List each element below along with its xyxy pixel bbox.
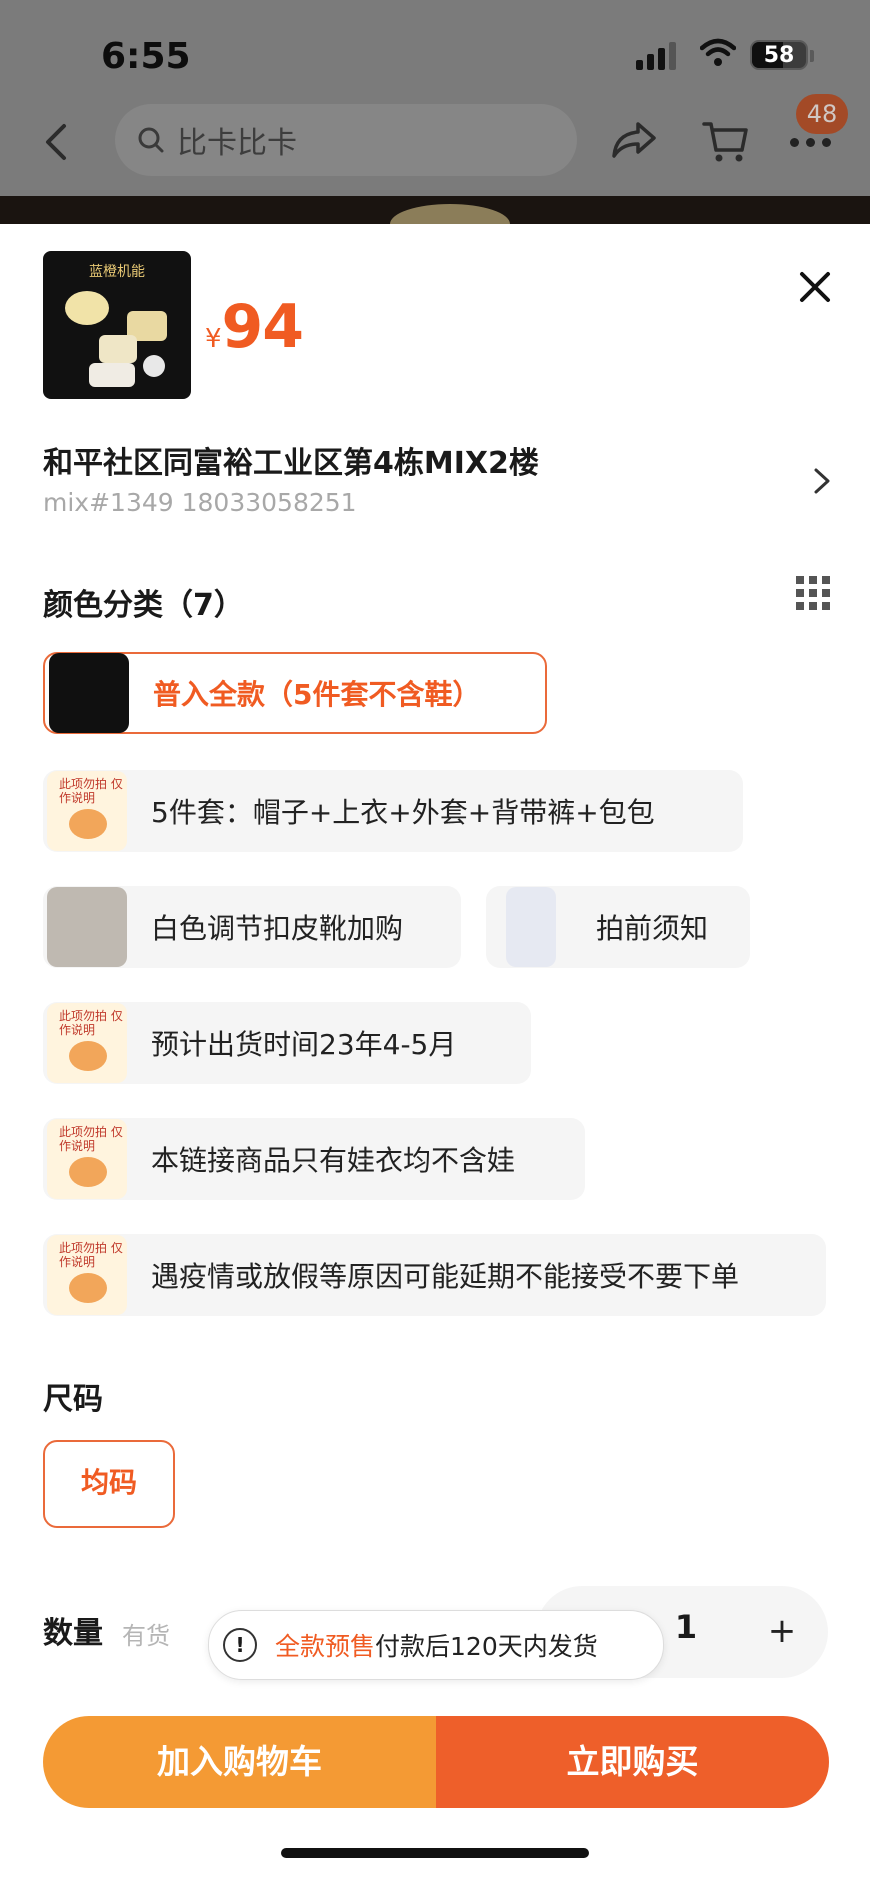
close-icon[interactable] bbox=[798, 270, 832, 304]
color-option[interactable]: 此项勿拍 仅作说明 本链接商品只有娃衣均不含娃 bbox=[43, 1118, 585, 1200]
sku-selection-sheet: 蓝橙机能 ¥94 和平社区同富裕工业区第4栋MIX2楼 mix#1349 180… bbox=[0, 224, 870, 1883]
search-input[interactable]: 比卡比卡 bbox=[115, 104, 577, 176]
tiger-notice-image: 此项勿拍 仅作说明 bbox=[47, 1119, 127, 1199]
add-to-cart-button[interactable]: 加入购物车 bbox=[43, 1716, 436, 1808]
home-indicator[interactable] bbox=[281, 1848, 589, 1858]
document-image bbox=[506, 887, 556, 967]
chevron-right-icon[interactable] bbox=[812, 466, 832, 496]
tiger-notice-image: 此项勿拍 仅作说明 bbox=[47, 1003, 127, 1083]
buy-now-button[interactable]: 立即购买 bbox=[436, 1716, 829, 1808]
option-label: 白色调节扣皮靴加购 bbox=[151, 912, 404, 945]
option-image bbox=[49, 653, 129, 733]
dimmed-header: 6:55 58 比卡比卡 48 bbox=[0, 0, 870, 244]
tiger-notice-image: 此项勿拍 仅作说明 bbox=[47, 771, 127, 851]
cellular-signal-icon bbox=[636, 42, 676, 70]
tiger-notice-image: 此项勿拍 仅作说明 bbox=[47, 1235, 127, 1315]
color-option-selected[interactable]: 普入全款（5件套不含鞋） bbox=[43, 652, 547, 734]
option-label: 遇疫情或放假等原因可能延期不能接受不要下单 bbox=[151, 1260, 740, 1293]
exclamation-icon: ! bbox=[223, 1628, 257, 1662]
battery-level: 58 bbox=[763, 43, 795, 68]
battery-icon: 58 bbox=[750, 40, 808, 70]
currency-symbol: ¥ bbox=[205, 324, 222, 354]
option-label: 预计出货时间23年4-5月 bbox=[151, 1028, 457, 1061]
recipient-info: mix#1349 18033058251 bbox=[43, 488, 357, 517]
size-option-selected[interactable]: 均码 bbox=[43, 1440, 175, 1528]
status-time: 6:55 bbox=[101, 36, 191, 77]
stock-status: 有货 bbox=[122, 1622, 170, 1650]
color-option[interactable]: 白色调节扣皮靴加购 bbox=[43, 886, 461, 968]
cart-count-badge: 48 bbox=[796, 94, 848, 134]
battery-cap bbox=[810, 50, 814, 62]
option-label: 普入全款（5件套不含鞋） bbox=[153, 678, 481, 711]
color-option[interactable]: 此项勿拍 仅作说明 预计出货时间23年4-5月 bbox=[43, 1002, 531, 1084]
share-icon[interactable] bbox=[610, 118, 658, 162]
price: ¥94 bbox=[205, 292, 304, 362]
option-label: 本链接商品只有娃衣均不含娃 bbox=[151, 1144, 516, 1177]
wifi-icon bbox=[700, 38, 736, 66]
quantity-value[interactable]: 1 bbox=[656, 1608, 716, 1646]
presale-text: 付款后120天内发货 bbox=[375, 1632, 598, 1661]
grid-view-icon[interactable] bbox=[796, 576, 830, 610]
shipping-address[interactable]: 和平社区同富裕工业区第4栋MIX2楼 bbox=[43, 438, 539, 482]
boot-image bbox=[47, 887, 127, 967]
color-option[interactable]: 此项勿拍 仅作说明 5件套：帽子+上衣+外套+背带裤+包包 bbox=[43, 770, 743, 852]
increase-button[interactable]: + bbox=[736, 1586, 828, 1678]
color-section-title: 颜色分类（7） bbox=[43, 588, 244, 623]
size-section-title: 尺码 bbox=[43, 1382, 103, 1417]
price-value: 94 bbox=[221, 292, 304, 362]
product-image-peek bbox=[0, 196, 870, 244]
color-option[interactable]: 拍前须知 bbox=[486, 886, 750, 968]
option-label: 5件套：帽子+上衣+外套+背带裤+包包 bbox=[151, 796, 655, 829]
presale-highlight: 全款预售 bbox=[275, 1632, 376, 1661]
color-option[interactable]: 此项勿拍 仅作说明 遇疫情或放假等原因可能延期不能接受不要下单 bbox=[43, 1234, 826, 1316]
product-thumbnail[interactable]: 蓝橙机能 bbox=[43, 251, 191, 399]
quantity-label: 数量 bbox=[43, 1616, 103, 1651]
option-label: 拍前须知 bbox=[596, 912, 709, 945]
search-icon bbox=[138, 127, 164, 153]
presale-notice: ! 全款预售 付款后120天内发货 bbox=[208, 1610, 664, 1680]
cart-icon[interactable] bbox=[702, 118, 750, 164]
search-placeholder: 比卡比卡 bbox=[177, 126, 297, 161]
back-arrow-icon[interactable] bbox=[42, 122, 72, 162]
more-menu-icon[interactable] bbox=[790, 138, 831, 147]
thumbnail-caption: 蓝橙机能 bbox=[89, 264, 145, 280]
